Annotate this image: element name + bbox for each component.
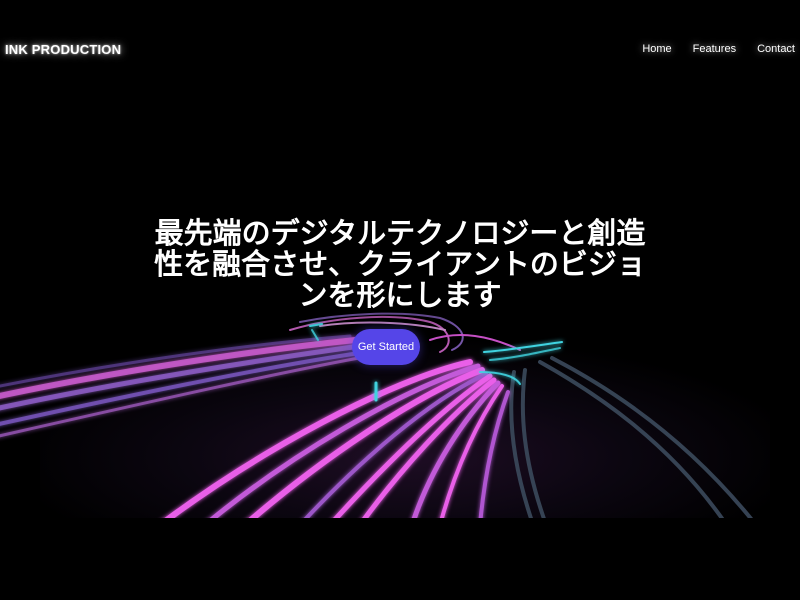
- hero-headline: 最先端のデジタルテクノロジーと創造性を融合させ、クライアントのビジョンを形にしま…: [154, 216, 646, 312]
- brand-logo-text[interactable]: INK PRODUCTION: [5, 42, 121, 57]
- nav-link-home[interactable]: Home: [642, 43, 671, 55]
- nav-link-contact[interactable]: Contact: [757, 43, 795, 55]
- nav-link-features[interactable]: Features: [693, 43, 736, 55]
- main-nav: Home Features Contact: [642, 43, 795, 55]
- page: INK PRODUCTION Home Features Contact 最先端…: [0, 0, 800, 600]
- get-started-button[interactable]: Get Started: [352, 329, 420, 365]
- site-header: INK PRODUCTION Home Features Contact: [0, 0, 800, 100]
